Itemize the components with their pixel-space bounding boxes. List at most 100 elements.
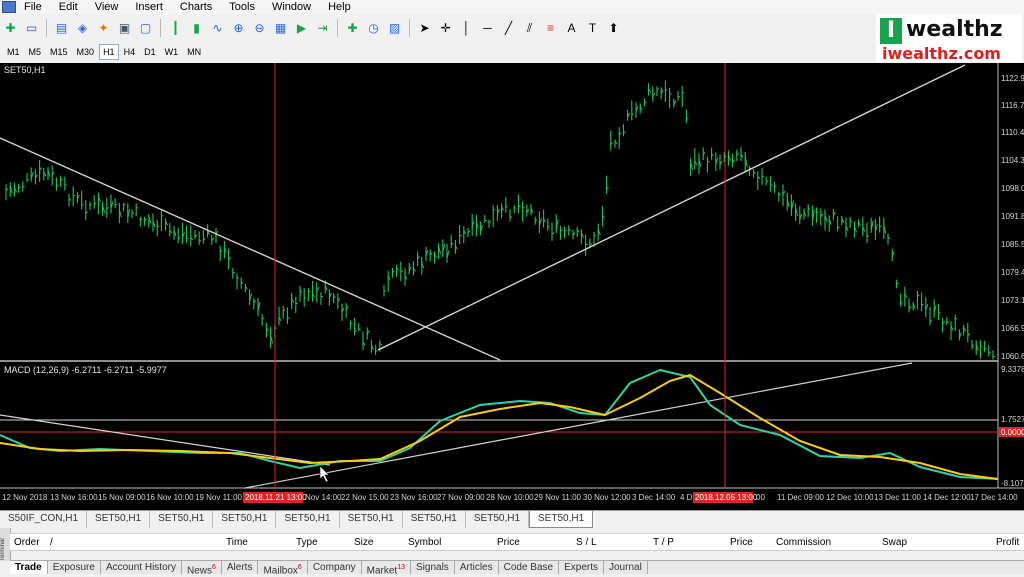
- time-tick: 30 Nov 12:00: [583, 493, 631, 502]
- col-time[interactable]: Time: [226, 537, 248, 548]
- terminal-icon[interactable]: ▣: [116, 20, 133, 37]
- timeframe-h1[interactable]: H1: [99, 44, 119, 60]
- data-window-icon[interactable]: ◈: [74, 20, 91, 37]
- vertical-line-icon[interactable]: │: [458, 20, 475, 37]
- menu-tools[interactable]: Tools: [221, 0, 264, 14]
- chart-tab[interactable]: SET50,H1: [150, 511, 213, 528]
- col-profit[interactable]: Profit: [996, 537, 1019, 548]
- terminal-tab[interactable]: Journal: [604, 561, 648, 574]
- col-sort[interactable]: /: [50, 537, 53, 548]
- time-tick: 16 Nov 10:00: [146, 493, 194, 502]
- channel-icon[interactable]: ⫽: [521, 20, 538, 37]
- chart-tab[interactable]: S50IF_CON,H1: [0, 511, 87, 528]
- time-tick: 15 Nov 09:00: [98, 493, 146, 502]
- horizontal-line-icon[interactable]: ─: [479, 20, 496, 37]
- tile-windows-icon[interactable]: ▦: [272, 20, 289, 37]
- col-price-current[interactable]: Price: [730, 537, 753, 548]
- timeframe-h4[interactable]: H4: [120, 44, 140, 60]
- chart-shift-icon[interactable]: ⇥: [314, 20, 331, 37]
- menu-help[interactable]: Help: [320, 0, 360, 14]
- terminal-tab-label: Articles: [460, 562, 493, 573]
- terminal-tab[interactable]: Account History: [101, 561, 182, 574]
- terminal-tab[interactable]: Alerts: [222, 561, 259, 574]
- timeframe-w1[interactable]: W1: [161, 44, 183, 60]
- chart-tab-active[interactable]: SET50,H1: [529, 511, 593, 528]
- line-chart-icon[interactable]: ∿: [209, 20, 226, 37]
- zoom-in-icon[interactable]: ⊕: [230, 20, 247, 37]
- tester-icon[interactable]: ▢: [137, 20, 154, 37]
- cursor-icon[interactable]: ➤: [416, 20, 433, 37]
- terminal-tab[interactable]: Signals: [411, 561, 455, 574]
- time-tick: 3 Dec 14:00: [632, 493, 676, 502]
- bar-chart-icon[interactable]: ┃: [167, 20, 184, 37]
- menu-view[interactable]: View: [87, 0, 128, 14]
- chart-canvas[interactable]: SET50,H1 MACD (12,26,9) -6.2711 -6.2711 …: [0, 63, 1024, 510]
- price-tick: 1110.4: [1001, 128, 1024, 137]
- col-price[interactable]: Price: [497, 537, 520, 548]
- fibonacci-icon[interactable]: ≡: [542, 20, 559, 37]
- time-tick: 2018.12.05 13:00: [695, 493, 758, 502]
- price-bar-close-tick: [594, 235, 596, 236]
- profiles-icon[interactable]: ▭: [23, 20, 40, 37]
- label-icon[interactable]: T: [584, 20, 601, 37]
- terminal-tab[interactable]: Code Base: [499, 561, 559, 574]
- timeframe-m1[interactable]: M1: [3, 44, 24, 60]
- time-tick: 22 Nov 15:00: [341, 493, 389, 502]
- chart-tab[interactable]: SET50,H1: [276, 511, 339, 528]
- time-tick: 12 Dec 10:00: [826, 493, 874, 502]
- price-tick: 1116.7: [1001, 101, 1024, 110]
- col-type[interactable]: Type: [296, 537, 318, 548]
- timeframe-d1[interactable]: D1: [140, 44, 160, 60]
- price-tick: 1085.5: [1001, 240, 1024, 249]
- terminal-tab[interactable]: Exposure: [48, 561, 101, 574]
- terminal-tab-label: Mailbox: [263, 565, 297, 576]
- terminal-tab[interactable]: News6: [182, 561, 222, 574]
- menu-charts[interactable]: Charts: [172, 0, 221, 14]
- terminal-tab[interactable]: Mailbox6: [258, 561, 307, 574]
- zoom-out-icon[interactable]: ⊖: [251, 20, 268, 37]
- templates-icon[interactable]: ▨: [386, 20, 403, 37]
- chart-tab[interactable]: SET50,H1: [340, 511, 403, 528]
- price-tick: 1098.0: [1001, 184, 1024, 193]
- timeframe-mn[interactable]: MN: [183, 44, 205, 60]
- navigator-icon[interactable]: ✦: [95, 20, 112, 37]
- menu-window[interactable]: Window: [264, 0, 320, 14]
- col-symbol[interactable]: Symbol: [408, 537, 441, 548]
- terminal-tab[interactable]: Company: [308, 561, 362, 574]
- chart-tab[interactable]: SET50,H1: [87, 511, 150, 528]
- col-size[interactable]: Size: [354, 537, 373, 548]
- timeframe-m15[interactable]: M15: [46, 44, 72, 60]
- candle-chart-icon[interactable]: ▮: [188, 20, 205, 37]
- chart-tab[interactable]: SET50,H1: [403, 511, 466, 528]
- col-commission[interactable]: Commission: [776, 537, 831, 548]
- terminal-tab[interactable]: Trade: [10, 561, 48, 574]
- menu-edit[interactable]: Edit: [51, 0, 87, 14]
- chart-tab[interactable]: SET50,H1: [466, 511, 529, 528]
- arrows-icon[interactable]: ⬆: [605, 20, 622, 37]
- col-swap[interactable]: Swap: [882, 537, 907, 548]
- terminal-tab-label: Code Base: [504, 562, 553, 573]
- text-icon[interactable]: A: [563, 20, 580, 37]
- macd-tick: 1.7527: [1001, 415, 1024, 424]
- col-sl[interactable]: S / L: [576, 537, 597, 548]
- market-watch-icon[interactable]: ▤: [53, 20, 70, 37]
- crosshair-icon[interactable]: ✛: [437, 20, 454, 37]
- new-chart-icon[interactable]: ✚: [2, 20, 19, 37]
- periods-icon[interactable]: ◷: [365, 20, 382, 37]
- trendline-icon[interactable]: ╱: [500, 20, 517, 37]
- timeframe-m30[interactable]: M30: [73, 44, 99, 60]
- menu-file[interactable]: File: [16, 0, 51, 14]
- indicators-icon[interactable]: ✚: [344, 20, 361, 37]
- col-tp[interactable]: T / P: [653, 537, 674, 548]
- chart-tab[interactable]: SET50,H1: [213, 511, 276, 528]
- chart-window[interactable]: SET50,H1 MACD (12,26,9) -6.2711 -6.2711 …: [0, 63, 1024, 510]
- time-tick: 17 Dec 14:00: [970, 493, 1018, 502]
- divider: [46, 19, 47, 37]
- autoscroll-icon[interactable]: ▶: [293, 20, 310, 37]
- terminal-tab[interactable]: Articles: [455, 561, 499, 574]
- terminal-tab[interactable]: Market13: [362, 561, 411, 574]
- menu-insert[interactable]: Insert: [127, 0, 172, 14]
- terminal-tab[interactable]: Experts: [559, 561, 604, 574]
- timeframe-m5[interactable]: M5: [25, 44, 46, 60]
- col-order[interactable]: Order: [14, 537, 40, 548]
